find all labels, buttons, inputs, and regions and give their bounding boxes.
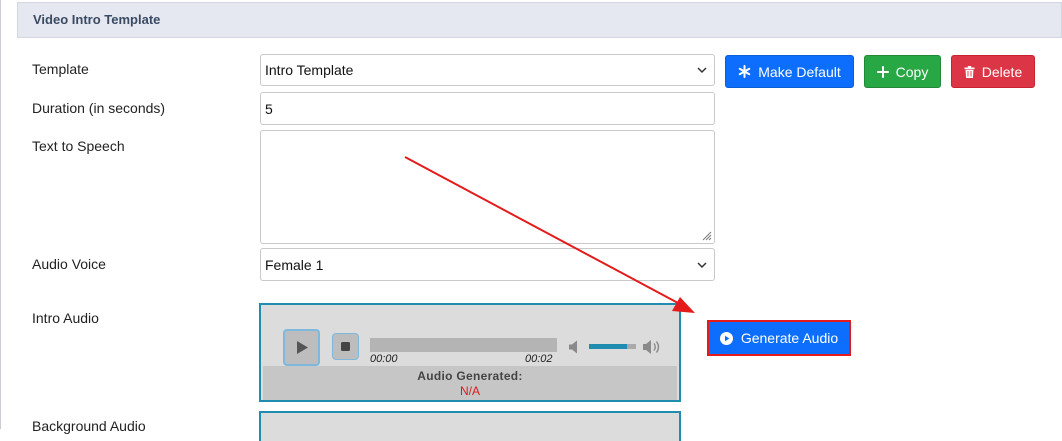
volume-max-icon[interactable] — [642, 338, 662, 356]
resize-handle-icon[interactable] — [701, 230, 712, 241]
copy-label: Copy — [895, 63, 929, 80]
audio-generated-value: N/A — [459, 384, 480, 398]
page-left-border — [0, 0, 1, 429]
tts-textarea[interactable] — [260, 130, 715, 244]
volume-level — [589, 344, 627, 349]
audio-status-bar: Audio Generated: N/A — [263, 366, 677, 400]
template-select[interactable]: Intro Template — [260, 54, 715, 86]
duration-label: Duration (in seconds) — [32, 100, 166, 116]
play-button[interactable] — [283, 329, 320, 366]
generate-audio-label: Generate Audio — [740, 330, 839, 346]
chevron-down-icon — [697, 67, 707, 74]
total-time: 00:02 — [525, 353, 553, 365]
background-audio-player — [259, 411, 681, 441]
voice-select-value: Female 1 — [265, 257, 324, 273]
make-default-label: Make Default — [758, 63, 841, 80]
duration-input[interactable]: 5 — [260, 92, 715, 125]
play-icon — [297, 341, 308, 354]
background-audio-label: Background Audio — [32, 418, 146, 434]
voice-select[interactable]: Female 1 — [260, 248, 715, 281]
template-label: Template — [32, 61, 89, 77]
asterisk-icon — [738, 65, 751, 78]
current-time: 00:00 — [370, 353, 398, 365]
seek-bar[interactable] — [370, 338, 557, 352]
chevron-down-icon — [697, 262, 707, 269]
voice-label: Audio Voice — [32, 256, 106, 272]
audio-generated-label: Audio Generated: — [417, 369, 523, 383]
copy-button[interactable]: Copy — [864, 55, 941, 88]
stop-button[interactable] — [332, 333, 359, 360]
delete-label: Delete — [981, 63, 1023, 80]
mute-icon[interactable] — [567, 339, 583, 355]
panel-title: Video Intro Template — [33, 12, 161, 27]
tts-label: Text to Speech — [32, 138, 125, 154]
play-circle-icon — [719, 331, 733, 345]
intro-audio-player: 00:00 00:02 Audio Generated: N/A — [259, 303, 681, 402]
generate-audio-button[interactable]: Generate Audio — [707, 320, 851, 356]
make-default-button[interactable]: Make Default — [725, 55, 854, 88]
trash-icon — [964, 65, 975, 78]
volume-slider[interactable] — [589, 344, 636, 349]
panel-header: Video Intro Template — [17, 2, 1062, 38]
duration-input-value: 5 — [265, 101, 273, 117]
delete-button[interactable]: Delete — [951, 55, 1035, 88]
stop-icon — [341, 342, 350, 351]
template-select-value: Intro Template — [265, 62, 354, 78]
intro-audio-label: Intro Audio — [32, 310, 99, 326]
plus-icon — [876, 65, 889, 78]
